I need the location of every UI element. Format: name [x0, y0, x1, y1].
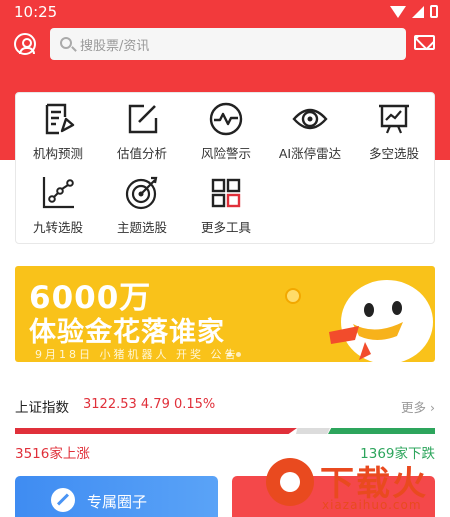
banner-pager — [227, 352, 241, 357]
tool-label: 风险警示 — [200, 146, 251, 161]
circle-logo-icon — [51, 488, 75, 512]
exclusive-circle-button[interactable]: 专属圈子 — [15, 476, 218, 517]
index-name: 上证指数 — [15, 400, 69, 416]
tool-label: 机构预测 — [32, 146, 83, 161]
tool-label: 九转选股 — [32, 220, 83, 235]
tool-label: 更多工具 — [200, 220, 251, 235]
search-icon — [60, 37, 72, 49]
tool-nine-turn[interactable]: 九转选股 — [16, 169, 100, 241]
tool-ai-radar[interactable]: AI涨停雷达 — [268, 95, 352, 167]
search-row: 搜股票/资讯 — [0, 26, 450, 66]
trend-chart-icon — [42, 177, 74, 209]
fall-bar — [328, 428, 435, 434]
signal-icon — [412, 5, 424, 18]
search-input[interactable]: 搜股票/资讯 — [50, 28, 406, 60]
watermark-logo: 下载火 xiazaihuo.com — [262, 454, 450, 517]
report-edit-icon — [45, 103, 75, 135]
flat-bar — [296, 428, 330, 434]
status-time: 10:25 — [14, 3, 58, 21]
presentation-board-icon — [379, 104, 409, 134]
tool-institution-forecast[interactable]: 机构预测 — [16, 95, 100, 167]
tool-valuation-analysis[interactable]: 估值分析 — [100, 95, 184, 167]
target-icon — [125, 176, 158, 210]
tool-label: 多空选股 — [368, 146, 419, 161]
status-bar: 10:25 — [0, 0, 450, 24]
index-value: 3122.53 4.79 0.15% — [83, 397, 216, 412]
flame-icon — [266, 458, 314, 506]
eye-icon — [292, 108, 328, 130]
banner-caption: 9月18日 小猪机器人 开奖 公告 — [35, 348, 239, 361]
grid-icon — [211, 178, 241, 208]
tool-theme-picks[interactable]: 主题选股 — [100, 169, 184, 241]
watermark-url: xiazaihuo.com — [322, 498, 422, 512]
mascot-image — [329, 280, 433, 362]
tool-long-short[interactable]: 多空选股 — [352, 95, 436, 167]
up-count: 3516家上涨 — [15, 446, 90, 462]
tools-panel: 机构预测 估值分析 风险警示 AI涨停雷达 多空选股 九转选股 主题选股 更多工… — [15, 92, 435, 244]
tool-label: 主题选股 — [116, 220, 167, 235]
exclusive-circle-label: 专属圈子 — [87, 493, 148, 511]
coin-icon — [285, 288, 301, 304]
search-placeholder: 搜股票/资讯 — [80, 39, 150, 54]
banner-subheadline: 体验金花落谁家 — [29, 317, 225, 348]
battery-icon — [430, 5, 438, 18]
promo-banner[interactable]: 6000万 体验金花落谁家 9月18日 小猪机器人 开奖 公告 — [15, 266, 435, 362]
wifi-icon — [390, 5, 406, 18]
rise-bar — [15, 428, 297, 434]
index-summary[interactable]: 上证指数 3122.53 4.79 0.15% 更多 › — [15, 396, 435, 416]
tool-more-tools[interactable]: 更多工具 — [184, 169, 268, 241]
pulse-circle-icon — [209, 102, 243, 136]
tool-risk-warning[interactable]: 风险警示 — [184, 95, 268, 167]
tool-label: 估值分析 — [116, 146, 167, 161]
chevron-right-icon: › — [430, 400, 435, 415]
more-label: 更多 — [401, 400, 427, 415]
edit-square-icon — [128, 104, 158, 134]
user-icon[interactable] — [14, 33, 36, 55]
mail-icon[interactable] — [414, 35, 435, 50]
tool-label: AI涨停雷达 — [278, 146, 342, 161]
more-link[interactable]: 更多 › — [401, 397, 435, 416]
